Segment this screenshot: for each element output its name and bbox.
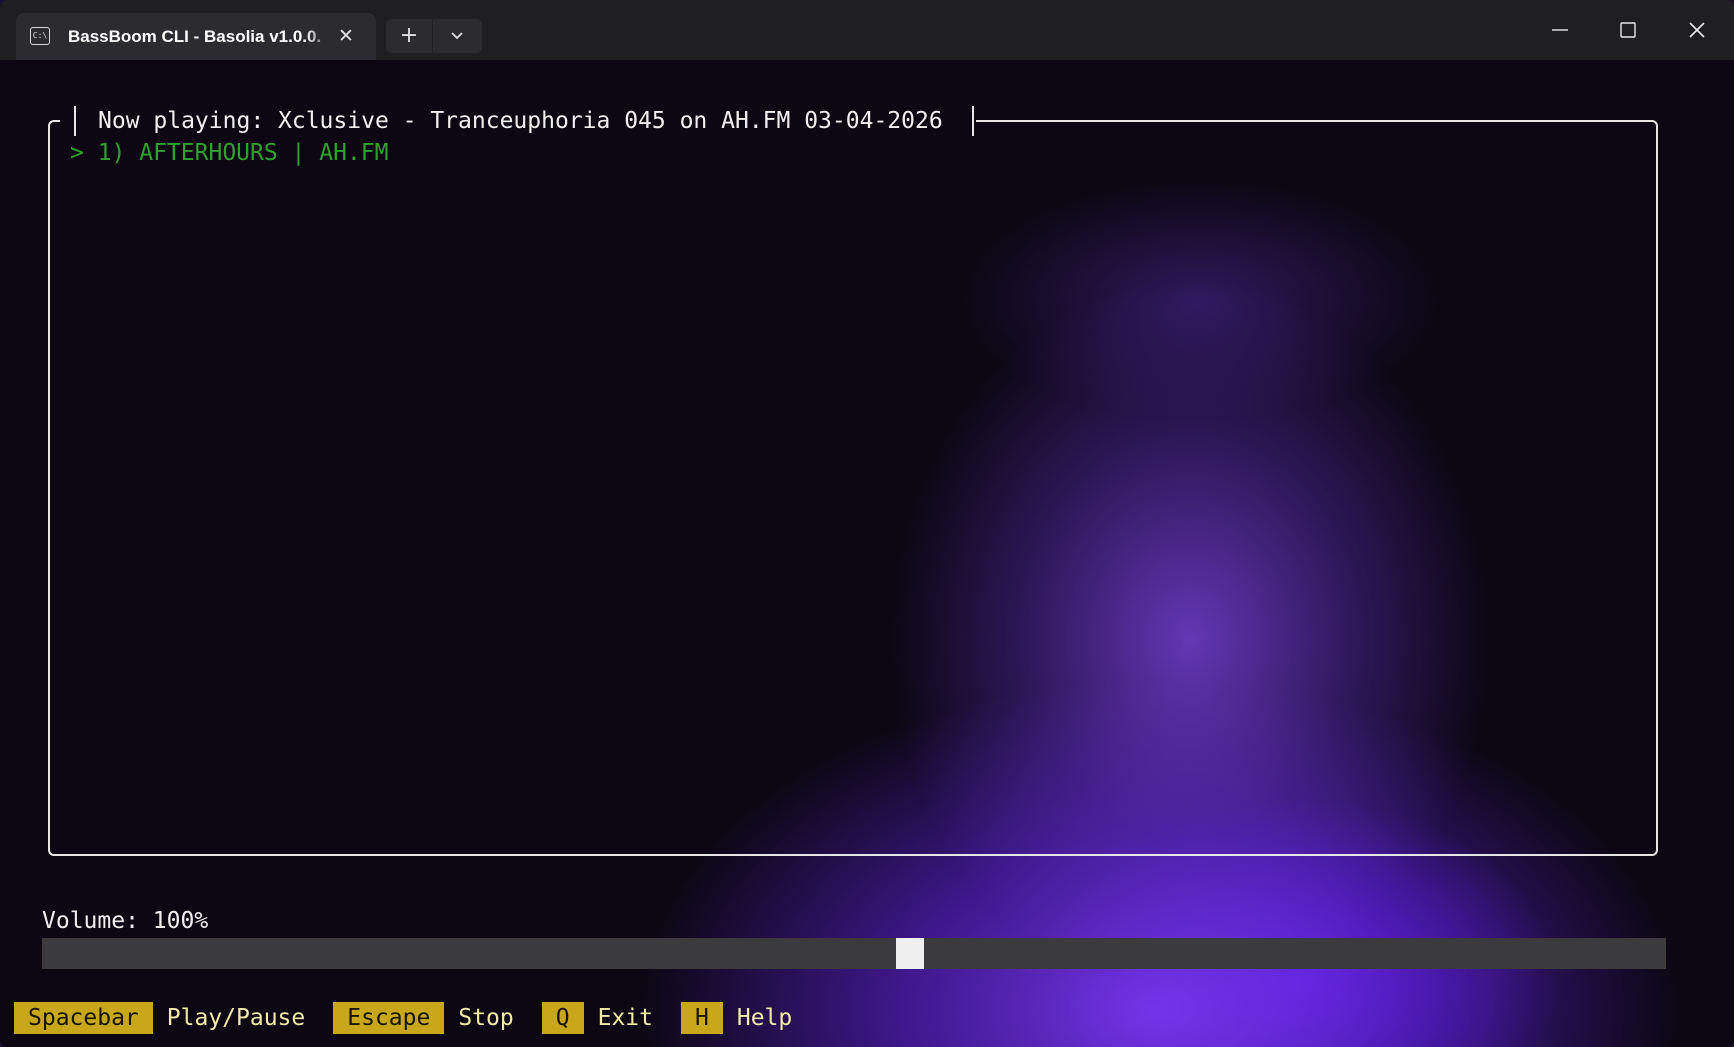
key-q-action: Exit xyxy=(597,1005,653,1031)
window-close-icon[interactable] xyxy=(1677,12,1717,48)
new-tab-button[interactable]: + xyxy=(386,19,433,53)
key-h-action: Help xyxy=(736,1005,793,1031)
terminal-window: C:\ BassBoom CLI - Basolia v1.0.0. ✕ + N… xyxy=(0,0,1734,1047)
tab-title: BassBoom CLI - Basolia v1.0.0. xyxy=(68,27,322,46)
key-spacebar[interactable]: Spacebar xyxy=(14,1002,153,1034)
new-tab-group: + xyxy=(386,19,482,53)
frame-title-right-tick xyxy=(972,106,974,136)
maximize-icon[interactable] xyxy=(1608,12,1648,48)
key-escape-action: Stop xyxy=(458,1005,514,1031)
key-spacebar-action: Play/Pause xyxy=(166,1005,306,1031)
minimize-icon[interactable] xyxy=(1540,12,1580,48)
close-icon[interactable]: ✕ xyxy=(335,25,357,47)
chevron-down-icon[interactable] xyxy=(433,19,482,53)
key-q[interactable]: Q xyxy=(541,1002,584,1034)
keybinding-bar: Spacebar Play/Pause Escape Stop Q Exit H… xyxy=(14,1002,820,1034)
station-list-item[interactable]: > 1) AFTERHOURS | AH.FM xyxy=(70,138,389,168)
key-escape[interactable]: Escape xyxy=(333,1002,445,1034)
frame-title-left-tick xyxy=(74,106,76,136)
now-playing-title: Now playing: Xclusive - Tranceuphoria 04… xyxy=(98,108,943,134)
volume-label: Volume: 100% xyxy=(42,908,209,934)
terminal-icon: C:\ xyxy=(30,27,50,45)
title-bar: C:\ BassBoom CLI - Basolia v1.0.0. ✕ + xyxy=(0,0,1734,60)
volume-slider[interactable] xyxy=(42,938,1666,969)
key-h[interactable]: H xyxy=(681,1002,723,1034)
station-list-frame xyxy=(48,120,1658,856)
volume-slider-thumb[interactable] xyxy=(896,938,924,969)
tab-bassboom[interactable]: C:\ BassBoom CLI - Basolia v1.0.0. ✕ xyxy=(16,13,376,60)
